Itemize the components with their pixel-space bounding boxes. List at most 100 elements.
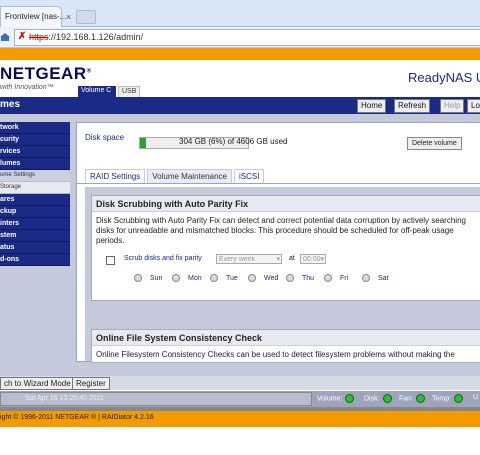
scrub-checkbox[interactable] — [106, 256, 115, 265]
url-input[interactable]: ✗ https://192.168.1.126/admin/ — [14, 29, 480, 46]
fscheck-title: Online File System Consistency Check — [92, 330, 480, 346]
sidebar-item[interactable]: twork — [0, 122, 70, 134]
product-title: ReadyNAS UI — [408, 70, 480, 85]
delete-volume-button[interactable]: Delete volume — [407, 137, 462, 150]
fan-status-label: Fan: — [399, 395, 414, 403]
datetime-box: Sat Apr 16 13:20:40 2011 — [0, 392, 312, 406]
day-radio-fri[interactable]: Fri — [324, 274, 348, 282]
sidebar-item[interactable]: lumes — [0, 158, 70, 170]
status-bar: Sat Apr 16 13:20:40 2011 Volume: Disk: F… — [0, 391, 480, 407]
tab-divider — [77, 183, 480, 184]
fan-status[interactable]: Fan: — [399, 394, 426, 403]
ups-status[interactable]: U — [473, 394, 478, 401]
url-text: https://192.168.1.126/admin/ — [29, 32, 143, 42]
netgear-logo: NETGEAR® — [0, 64, 92, 84]
day-radio-thu[interactable]: Thu — [286, 274, 314, 282]
bottom-button-bar: ch to Wizard Mode Register — [0, 376, 480, 390]
sidebar-item[interactable]: stem — [0, 230, 70, 242]
tab-raid-settings[interactable]: RAID Settings — [85, 169, 146, 183]
volume-tab-label: Volume C — [81, 87, 112, 94]
disk-space-label: Disk space — [85, 133, 125, 142]
frequency-value: Every week — [219, 256, 256, 263]
sidebar-item[interactable]: rvices — [0, 146, 70, 158]
logo-text: NETGEAR — [0, 64, 87, 83]
sidebar-item[interactable]: d-ons — [0, 254, 70, 266]
logout-button[interactable]: Lo — [467, 99, 480, 113]
scrub-title: Disk Scrubbing with Auto Parity Fix — [92, 196, 480, 212]
maintenance-area: Disk Scrubbing with Auto Parity Fix Disk… — [85, 187, 480, 363]
chevron-down-icon: ▾ — [320, 256, 324, 263]
sidebar-item[interactable]: inters — [0, 218, 70, 230]
disk-usage-text: 304 GB (6%) of 4606 GB used — [179, 137, 288, 146]
usb-tab-label: USB — [122, 88, 137, 95]
content-panel: Disk space 304 GB (6%) of 4606 GB used D… — [76, 122, 480, 363]
fan-led-icon — [416, 394, 426, 403]
radio-icon — [286, 274, 294, 282]
datetime-text: Sat Apr 16 13:20:40 2011 — [25, 395, 104, 402]
sidebar-item[interactable]: curity — [0, 134, 70, 146]
scrub-description: Disk Scrubbing with Auto Parity Fix can … — [96, 216, 466, 245]
tab-close-icon[interactable]: × — [66, 12, 71, 22]
temp-status[interactable]: Temp: — [432, 394, 464, 403]
radio-icon — [172, 274, 180, 282]
day-label: Sat — [378, 274, 389, 282]
scrub-section: Disk Scrubbing with Auto Parity Fix Disk… — [91, 195, 480, 301]
chevron-down-icon: ▾ — [276, 256, 280, 263]
day-label: Fri — [340, 274, 349, 282]
day-radio-wed[interactable]: Wed — [248, 274, 278, 282]
footer: ight © 1996-2011 NETGEAR ® | RAIDiator 4… — [0, 411, 480, 427]
top-orange-stripe — [0, 48, 480, 60]
sidebar-item[interactable]: atus — [0, 242, 70, 254]
home-icon[interactable] — [0, 32, 10, 42]
browser-tab[interactable]: Frontview [nas-... — [0, 6, 66, 27]
sidebar-item[interactable]: ckup — [0, 206, 70, 218]
home-button[interactable]: Home — [357, 99, 387, 113]
page-title: mes — [0, 99, 21, 110]
fscheck-description: Online Filesystem Consistency Checks can… — [96, 350, 455, 359]
wizard-mode-button[interactable]: ch to Wizard Mode — [0, 377, 75, 390]
radio-icon — [248, 274, 256, 282]
logo-registered: ® — [86, 68, 92, 75]
radio-icon — [362, 274, 370, 282]
fscheck-section: Online File System Consistency Check Onl… — [91, 329, 480, 363]
time-value: 00:00 — [303, 256, 321, 263]
sidebar-item[interactable]: ume Settings — [0, 170, 70, 182]
at-label: at — [289, 255, 295, 262]
sidebar-item[interactable]: ares — [0, 194, 70, 206]
tab-iscsi[interactable]: iSCSI — [233, 169, 265, 183]
radio-icon — [324, 274, 332, 282]
day-label: Wed — [264, 274, 279, 282]
scrub-checkbox-label: Scrub disks and fix parity — [124, 255, 202, 262]
disk-usage-fill — [140, 138, 146, 148]
refresh-button[interactable]: Refresh — [394, 99, 431, 113]
tab-volume-maintenance[interactable]: Volume Maintenance — [147, 169, 232, 183]
volume-status-label: Volume: — [317, 395, 343, 403]
day-label: Tue — [226, 274, 238, 282]
help-button[interactable]: Help — [440, 99, 465, 113]
title-bar: mes Home Refresh Help Lo — [0, 97, 480, 114]
day-radio-tue[interactable]: Tue — [210, 274, 238, 282]
temp-led-icon — [454, 394, 464, 403]
register-button[interactable]: Register — [72, 377, 110, 390]
day-radio-mon[interactable]: Mon — [172, 274, 202, 282]
time-select[interactable]: 00:00 ▾ — [300, 254, 326, 264]
temp-status-label: Temp: — [432, 395, 452, 403]
frequency-select[interactable]: Every week ▾ — [216, 254, 282, 264]
radio-icon — [210, 274, 218, 282]
disk-led-icon — [382, 394, 392, 403]
url-scheme: https — [29, 32, 49, 42]
new-tab-button[interactable] — [76, 10, 96, 24]
volume-status[interactable]: Volume: — [317, 394, 355, 403]
day-label: Thu — [302, 274, 315, 282]
ssl-warning-icon: ✗ — [18, 31, 27, 42]
tagline: with Innovation™ — [0, 84, 54, 91]
day-radio-sat[interactable]: Sat — [362, 274, 389, 282]
sidebar-item[interactable]: Storage — [0, 182, 70, 194]
volume-tab[interactable]: Volume C — [78, 86, 116, 97]
disk-status-label: Disk: — [364, 395, 380, 403]
url-path: ://192.168.1.126/admin/ — [48, 32, 144, 42]
address-bar: ✗ https://192.168.1.126/admin/ — [0, 27, 480, 48]
day-radio-sun[interactable]: Sun — [134, 274, 162, 282]
subtabs: RAID Settings Volume Maintenance iSCSI — [85, 169, 266, 183]
disk-status[interactable]: Disk: — [364, 394, 392, 403]
